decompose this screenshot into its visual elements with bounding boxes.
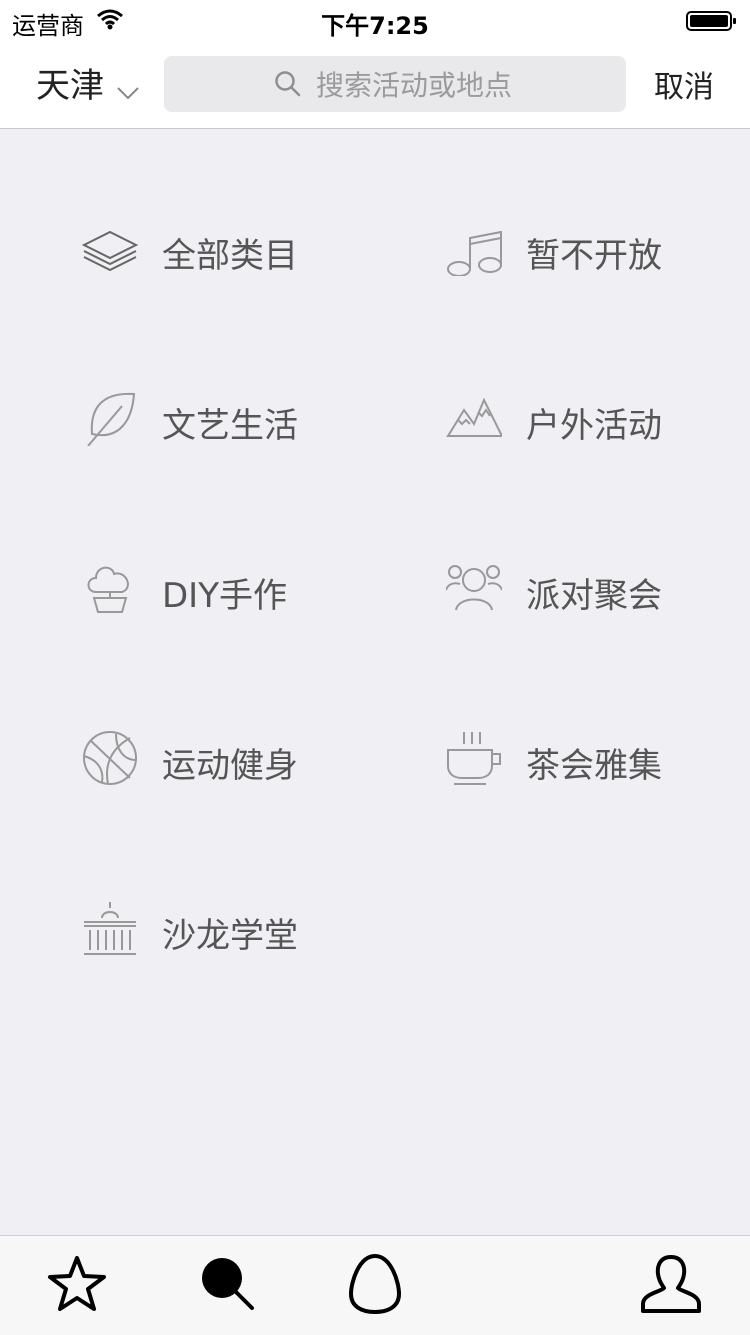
category-sports[interactable]: 运动健身	[82, 722, 382, 792]
search-bar[interactable]	[164, 56, 626, 112]
tab-bar	[0, 1235, 750, 1335]
category-label: 茶会雅集	[526, 746, 662, 786]
egg-icon	[345, 1253, 405, 1318]
party-people-icon	[445, 560, 503, 616]
category-music[interactable]: 暂不开放	[446, 212, 746, 282]
search-icon	[274, 70, 302, 102]
tab-search[interactable]	[198, 1254, 258, 1314]
battery-icon	[686, 10, 738, 38]
nav-bar: 天津 取消	[0, 40, 750, 129]
music-note-icon	[446, 220, 502, 277]
category-arts[interactable]: 文艺生活	[82, 382, 382, 452]
category-label: 文艺生活	[162, 406, 298, 446]
search-input[interactable]	[314, 64, 608, 106]
cancel-button[interactable]: 取消	[654, 62, 714, 106]
tab-egg[interactable]	[345, 1253, 405, 1315]
category-tea[interactable]: 茶会雅集	[446, 722, 746, 792]
city-label: 天津	[36, 66, 104, 106]
chevron-down-icon	[116, 70, 140, 110]
user-icon	[640, 1255, 702, 1318]
category-label: 派对聚会	[526, 576, 662, 616]
search-icon	[198, 1258, 258, 1318]
hall-icon	[82, 900, 138, 956]
category-outdoor[interactable]: 户外活动	[446, 382, 746, 452]
category-party[interactable]: 派对聚会	[445, 552, 746, 622]
status-time: 下午7:25	[321, 12, 429, 40]
status-bar: 运营商 下午7:25	[0, 0, 750, 40]
tea-cup-icon	[446, 730, 502, 786]
category-all[interactable]: 全部类目	[81, 212, 382, 282]
layers-icon	[81, 220, 139, 276]
category-label: 暂不开放	[526, 236, 662, 276]
star-icon	[47, 1256, 107, 1318]
category-label: 户外活动	[526, 406, 662, 446]
category-diy[interactable]: DIY手作	[82, 552, 382, 622]
category-label: 沙龙学堂	[162, 916, 298, 956]
category-label: DIY手作	[162, 576, 287, 616]
category-label: 运动健身	[162, 746, 298, 786]
basketball-icon	[82, 730, 138, 786]
mountain-icon	[446, 390, 504, 446]
leaf-icon	[82, 390, 138, 447]
category-label: 全部类目	[162, 236, 298, 276]
city-selector[interactable]: 天津	[36, 58, 139, 107]
category-salon[interactable]: 沙龙学堂	[82, 892, 382, 962]
plant-pot-icon	[82, 560, 138, 616]
tab-favorites[interactable]	[47, 1254, 107, 1314]
tab-profile[interactable]	[640, 1254, 701, 1314]
